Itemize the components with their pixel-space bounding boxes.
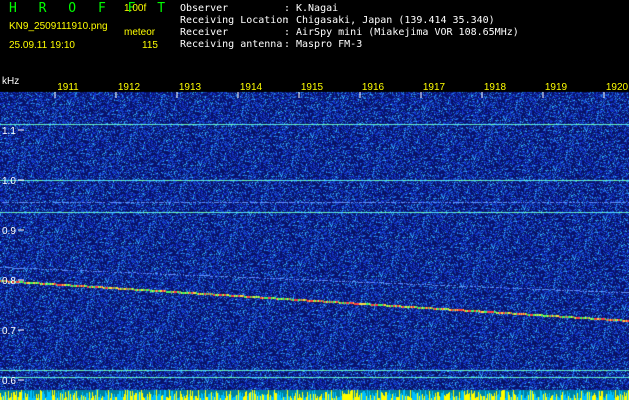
antenna-value: Maspro FM-3 [296, 39, 363, 50]
y-axis-label: kHz [2, 76, 19, 87]
observer-colon: : [284, 3, 291, 14]
file-name: KN9_2509111910.png [9, 21, 108, 32]
x-tick-label: 1917 [423, 82, 446, 93]
observer-label: Observer [180, 3, 229, 14]
spectrogram-overlay: kHz 1911 1912 1913 1914 1915 1916 1917 1918 1919 1… [2, 76, 629, 387]
receiver-value: AirSpy mini (Miakejima VOR 108.65MHz) [296, 27, 519, 38]
location-value: Chigasaki, Japan (139.414 35.340) [296, 15, 495, 26]
date-time: 25.09.11 19:10 [9, 40, 75, 51]
app-version: 1.00f [124, 3, 147, 14]
x-tick-label: 1911 [57, 82, 79, 93]
y-tick-label: 0.8 [2, 276, 16, 287]
x-tick-label: 1915 [301, 82, 324, 93]
x-tick-label: 1914 [240, 82, 263, 93]
app-title: H R O F F T [9, 1, 173, 16]
mode-label: meteor [124, 27, 156, 38]
x-tick-label: 1912 [118, 82, 141, 93]
location-colon: : [284, 15, 291, 26]
observer-value: K.Nagai [296, 3, 339, 14]
x-tick-label: 1916 [362, 82, 385, 93]
receiver-colon: : [284, 27, 291, 38]
count-value: 115 [142, 40, 158, 51]
y-tick-label: 1.1 [2, 126, 16, 137]
y-tick-label: 0.9 [2, 226, 16, 237]
y-tick-label: 1.0 [2, 176, 16, 187]
y-tick-label: 0.6 [2, 376, 16, 387]
location-label: Receiving Location [180, 15, 289, 26]
x-tick-label: 1920 [606, 82, 629, 93]
y-tick-label: 0.7 [2, 326, 16, 337]
x-tick-label: 1918 [484, 82, 507, 93]
x-tick-label: 1919 [545, 82, 568, 93]
antenna-colon: : [284, 39, 291, 50]
x-tick-label: 1913 [179, 82, 202, 93]
receiver-label: Receiver [180, 27, 229, 38]
antenna-label: Receiving antenna [180, 39, 283, 50]
header-panel: H R O F F T 1.00f KN9_2509111910.png met… [0, 0, 629, 74]
